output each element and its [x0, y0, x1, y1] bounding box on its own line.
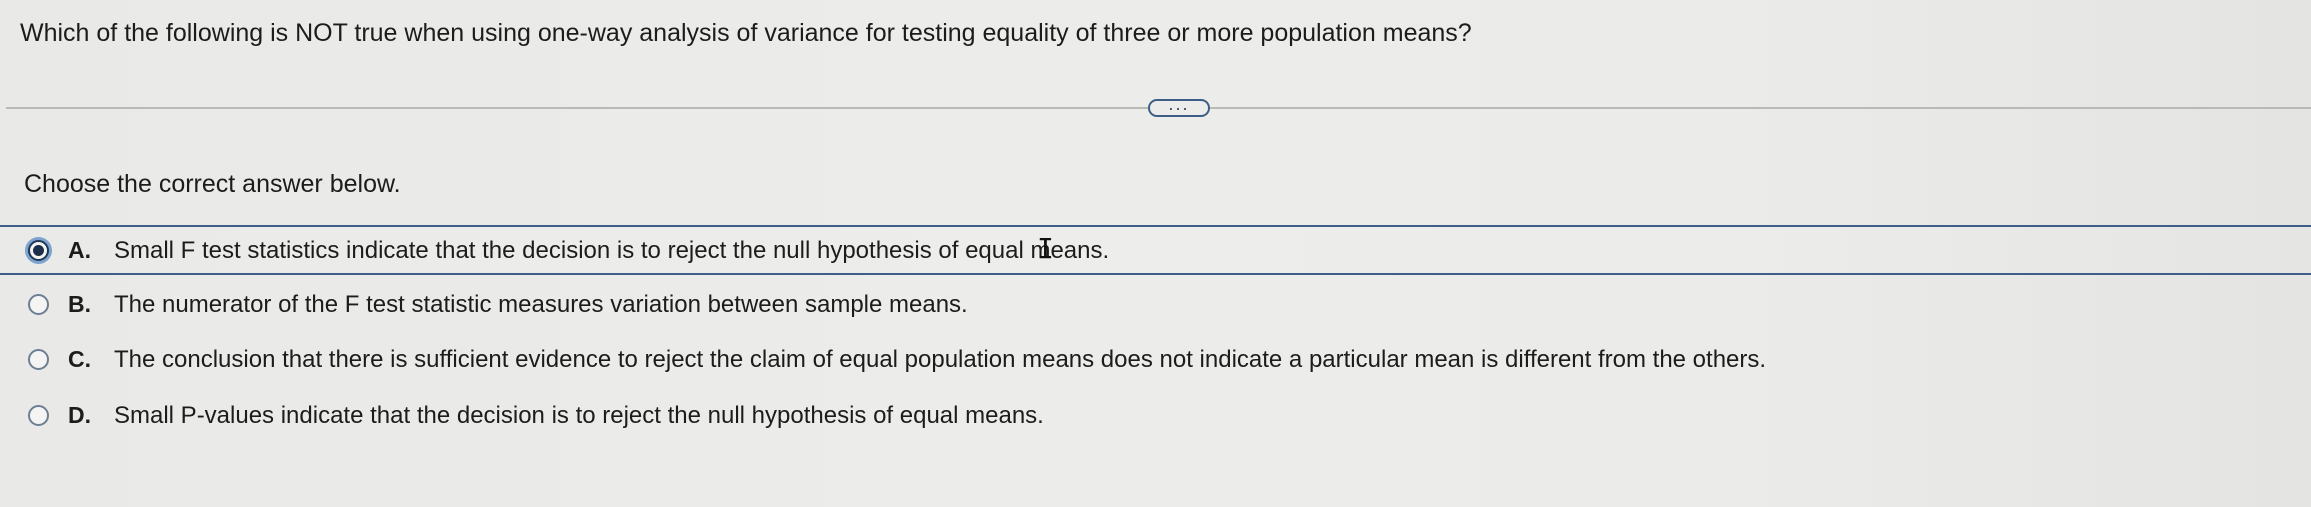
option-text-b: The numerator of the F test statistic me… — [114, 291, 968, 318]
radio-button-a[interactable] — [28, 240, 49, 261]
option-letter-a: A. — [68, 237, 91, 263]
option-text-a: Small F test statistics indicate that th… — [114, 237, 1110, 264]
option-c[interactable]: C. The conclusion that there is sufficie… — [0, 343, 2311, 393]
option-letter-b: B. — [68, 291, 91, 317]
option-b[interactable]: B. The numerator of the F test statistic… — [0, 287, 2311, 337]
text-cursor-icon: I — [1037, 232, 1054, 265]
radio-button-d[interactable] — [28, 405, 49, 426]
radio-button-c[interactable] — [28, 349, 49, 370]
option-letter-d: D. — [68, 402, 91, 428]
radio-button-b[interactable] — [28, 294, 49, 315]
option-text-d: Small P-values indicate that the decisio… — [114, 402, 1044, 429]
option-a[interactable]: A. Small F test statistics indicate that… — [0, 225, 2311, 275]
option-letter-c: C. — [68, 346, 91, 372]
answer-options: A. Small F test statistics indicate that… — [0, 0, 2311, 507]
option-d[interactable]: D. Small P-values indicate that the deci… — [0, 398, 2311, 448]
option-text-c: The conclusion that there is sufficient … — [114, 346, 1767, 373]
